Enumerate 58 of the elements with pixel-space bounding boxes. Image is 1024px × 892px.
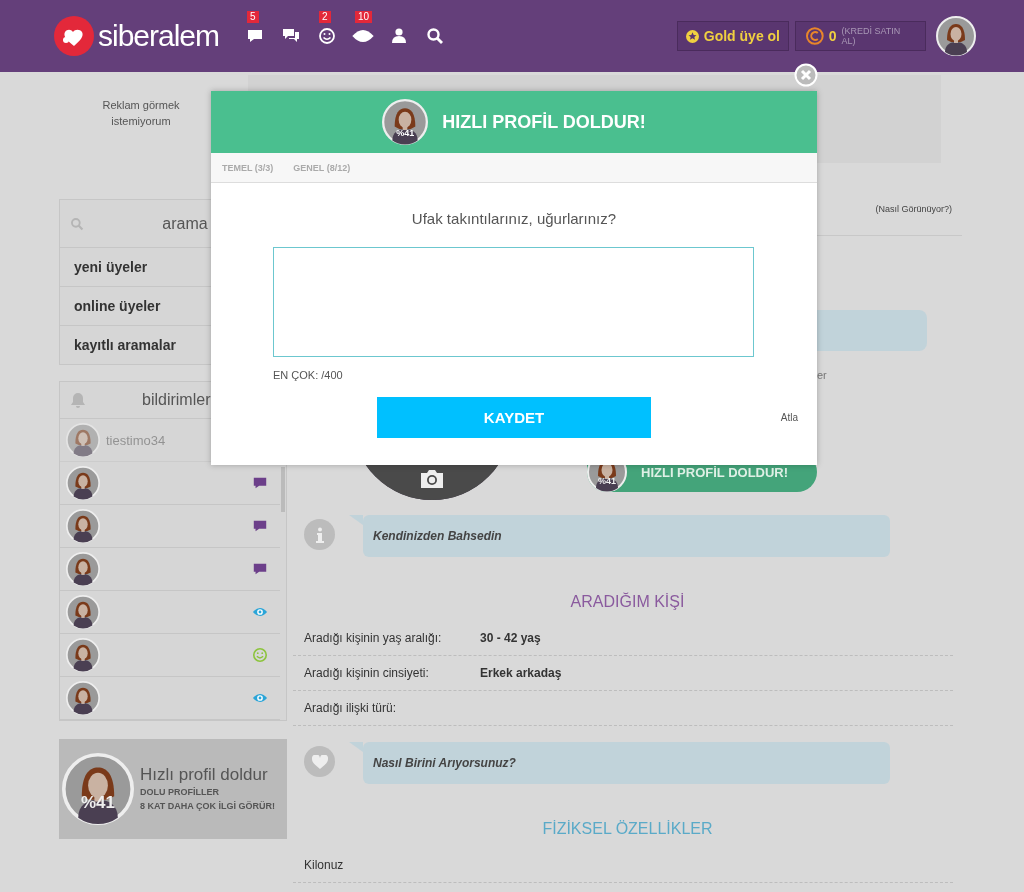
card-title: Hızlı profil doldur	[140, 765, 269, 785]
field-label: Aradığı kişinin yaş aralığı:	[304, 631, 443, 645]
info-icon	[314, 526, 325, 543]
search-icon[interactable]	[426, 27, 445, 45]
partial-text: er	[817, 369, 828, 383]
profile-avatar	[382, 99, 429, 145]
heart-icon	[311, 754, 328, 769]
panel-title: bildirimler	[142, 391, 211, 409]
member-avatar	[66, 466, 100, 500]
logo-icon[interactable]	[54, 16, 94, 56]
question-text: Ufak takıntılarınız, uğurlarınız?	[410, 210, 618, 227]
member-avatar	[66, 681, 100, 715]
character-limit: EN ÇOK: /400	[273, 369, 344, 381]
member-avatar	[66, 509, 100, 543]
member-avatar	[66, 423, 100, 457]
user-avatar	[936, 16, 976, 56]
member-avatar	[66, 595, 100, 629]
speech-bubble-icon[interactable]	[246, 27, 265, 45]
card-text: 8 KAT DAHA ÇOK İLGİ GÖRÜR!	[140, 800, 275, 813]
count-badge: 5	[247, 11, 259, 23]
member-avatar	[66, 638, 100, 672]
field-value: Erkek arkadaş	[480, 666, 562, 680]
smiley-icon	[252, 647, 268, 663]
speech-bubble-icon	[252, 561, 268, 577]
speech-bubble-icon	[252, 518, 268, 534]
completion-percent: %41	[80, 793, 116, 813]
completion-percent: %41	[395, 128, 416, 138]
field-label: Aradığı ilişki türü:	[304, 701, 398, 715]
membership-button[interactable]: Gold üye ol	[676, 21, 789, 51]
member-name: tiestimo34	[106, 432, 167, 448]
star-icon	[685, 29, 699, 43]
looking-for-prompt[interactable]: Nasıl Birini Arıyorsunuz?	[363, 742, 890, 784]
card-text: DOLU PROFİLLER	[140, 786, 220, 799]
profile-avatar	[62, 753, 134, 825]
quick-profile-card[interactable]: %41 Hızlı profil doldur DOLU PROFİLLER 8 KAT DAHA ÇOK İLGİ GÖRÜR!	[59, 739, 287, 839]
section-heading: ARADIĞIM KİŞİ	[569, 593, 686, 611]
count-badge: 10	[355, 11, 373, 23]
close-icon[interactable]	[794, 63, 818, 87]
count-badge: 2	[319, 11, 331, 23]
field-value: 30 - 42 yaş	[480, 631, 541, 645]
coin-icon	[806, 27, 824, 45]
smiley-icon[interactable]	[318, 27, 337, 45]
bell-icon	[70, 392, 86, 408]
field-label: Aradığı kişinin cinsiyeti:	[304, 666, 430, 680]
speech-bubble-icon	[252, 475, 268, 491]
modal-title: HIZLI PROFİL DOLDUR!	[442, 111, 646, 133]
skip-link[interactable]: Atla	[780, 412, 798, 423]
search-icon	[70, 216, 84, 231]
ad-opt-out-link[interactable]: Reklam görmek istemiyorum	[81, 75, 201, 163]
field-label: Kilonuz	[304, 858, 345, 872]
preview-link[interactable]: (Nasıl Görünüyor?)	[875, 204, 952, 214]
user-icon[interactable]	[390, 27, 409, 45]
member-avatar	[66, 552, 100, 586]
answer-field[interactable]	[273, 247, 754, 357]
site-logo[interactable]: siberalem	[98, 19, 220, 53]
about-prompt[interactable]: Kendinizden Bahsedin	[363, 515, 890, 557]
camera-icon[interactable]	[419, 468, 445, 490]
section-heading: FİZİKSEL ÖZELLİKLER	[541, 820, 714, 838]
